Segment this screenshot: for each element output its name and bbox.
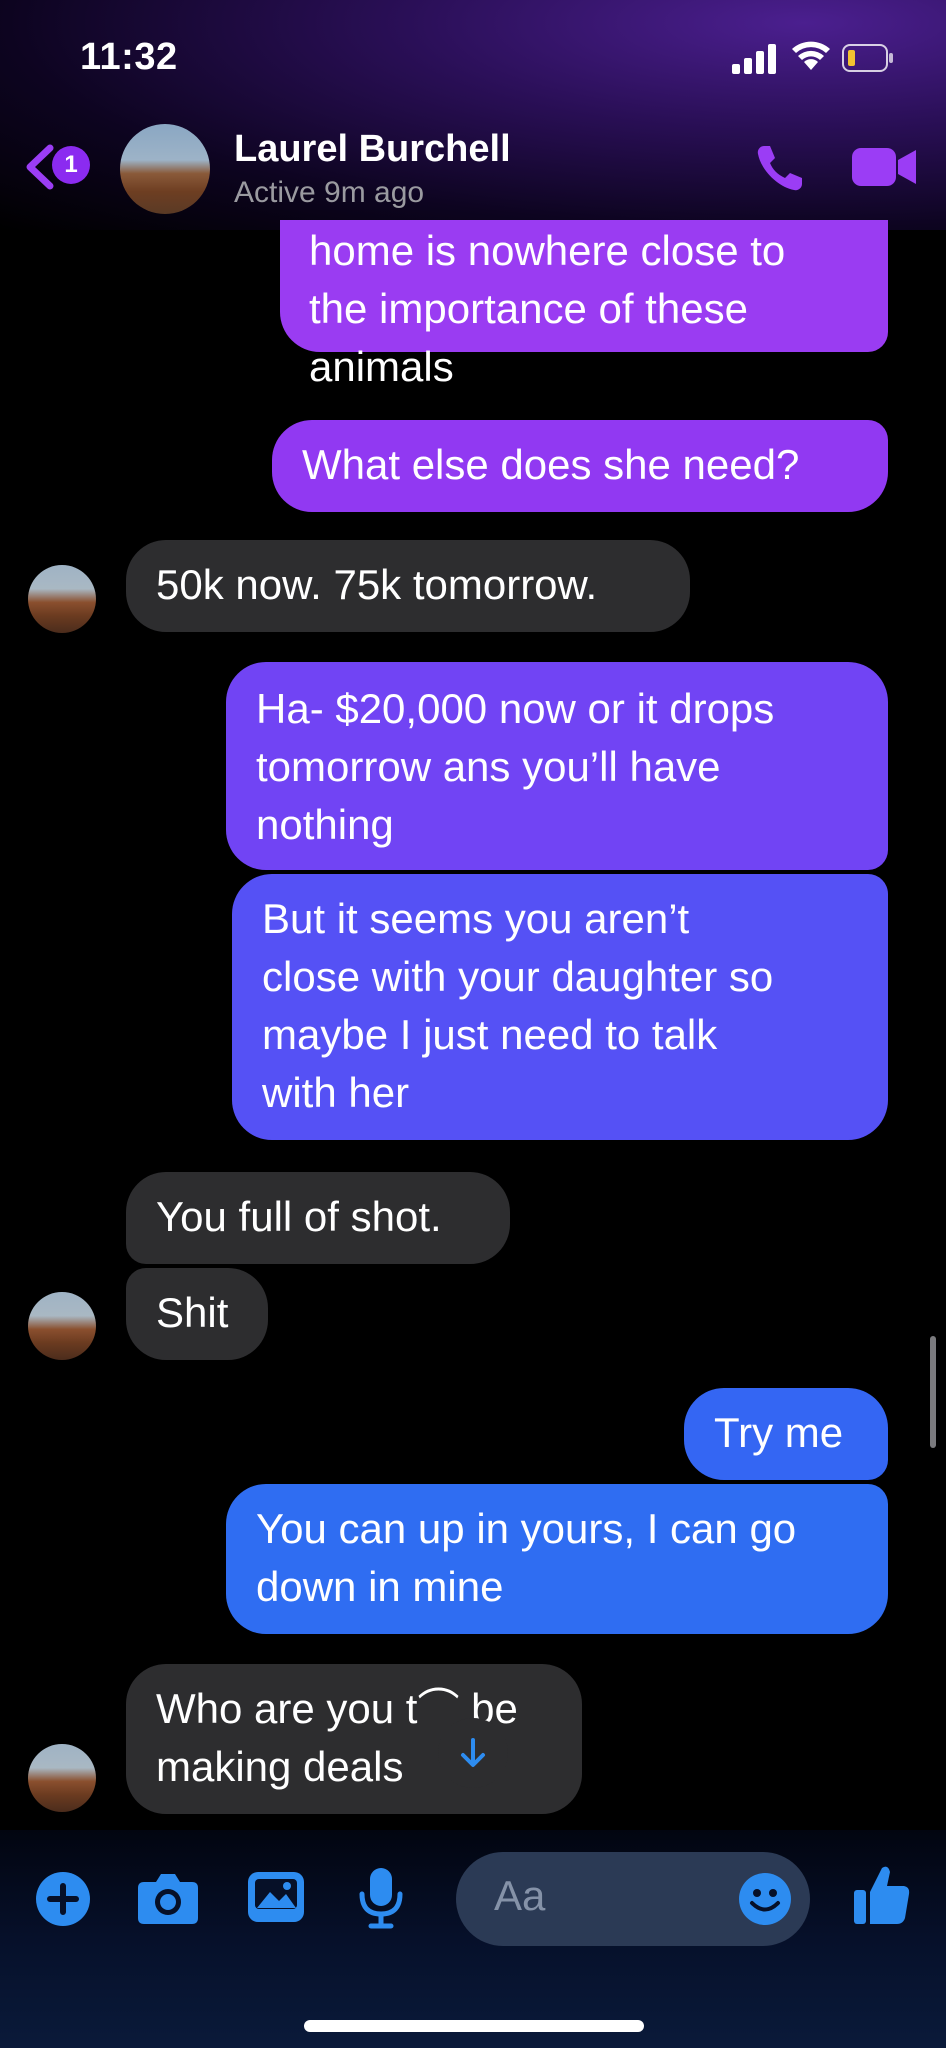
contact-avatar-small[interactable]	[28, 565, 96, 633]
outgoing-message[interactable]: What else does she need?	[272, 420, 888, 512]
scrollbar[interactable]	[930, 1336, 936, 1448]
thumbs-up-icon[interactable]	[852, 1862, 912, 1928]
camera-icon[interactable]	[136, 1868, 200, 1926]
message-input[interactable]: Aa	[456, 1852, 810, 1946]
incoming-message[interactable]: Who are you t⌒ be making deals	[126, 1664, 582, 1814]
outgoing-message[interactable]: Ha- $20,000 now or it drops tomorrow ans…	[226, 662, 888, 870]
clock: 11:32	[80, 36, 178, 78]
status-bar: 11:32	[0, 0, 946, 120]
contact-name[interactable]: Laurel Burchell	[234, 128, 511, 171]
emoji-icon[interactable]	[738, 1872, 792, 1926]
microphone-icon[interactable]	[356, 1866, 406, 1930]
incoming-message[interactable]: 50k now. 75k tomorrow.	[126, 540, 690, 632]
gallery-icon[interactable]	[246, 1868, 306, 1926]
plus-icon[interactable]	[34, 1870, 92, 1928]
contact-avatar-small[interactable]	[28, 1744, 96, 1812]
contact-avatar[interactable]	[120, 124, 210, 214]
contact-status: Active 9m ago	[234, 176, 425, 209]
outgoing-message[interactable]: home is nowhere close to the importance …	[280, 220, 888, 390]
phone-icon[interactable]	[752, 140, 808, 196]
unread-badge: 1	[52, 146, 90, 184]
conversation-header: 1 Laurel Burchell Active 9m ago	[0, 120, 946, 220]
arrow-down-icon	[461, 1738, 485, 1767]
outgoing-message[interactable]: Try me	[684, 1388, 888, 1480]
video-camera-icon[interactable]	[850, 144, 918, 190]
home-indicator[interactable]	[304, 2020, 644, 2032]
composer-bar: Aa	[0, 1830, 946, 2048]
cellular-signal-icon	[732, 44, 776, 74]
scroll-to-bottom-button[interactable]	[438, 1718, 508, 1788]
wifi-icon	[792, 41, 830, 70]
outgoing-message[interactable]: You can up in yours, I can go down in mi…	[226, 1484, 888, 1634]
contact-avatar-small[interactable]	[28, 1292, 96, 1360]
message-list[interactable]: home is nowhere close to the importance …	[0, 220, 946, 1830]
message-input-placeholder: Aa	[494, 1872, 546, 1919]
battery-icon	[842, 44, 893, 72]
incoming-message[interactable]: You full of shot.	[126, 1172, 510, 1264]
outgoing-message[interactable]: But it seems you aren’t close with your …	[232, 874, 888, 1140]
incoming-message[interactable]: Shit	[126, 1268, 268, 1360]
